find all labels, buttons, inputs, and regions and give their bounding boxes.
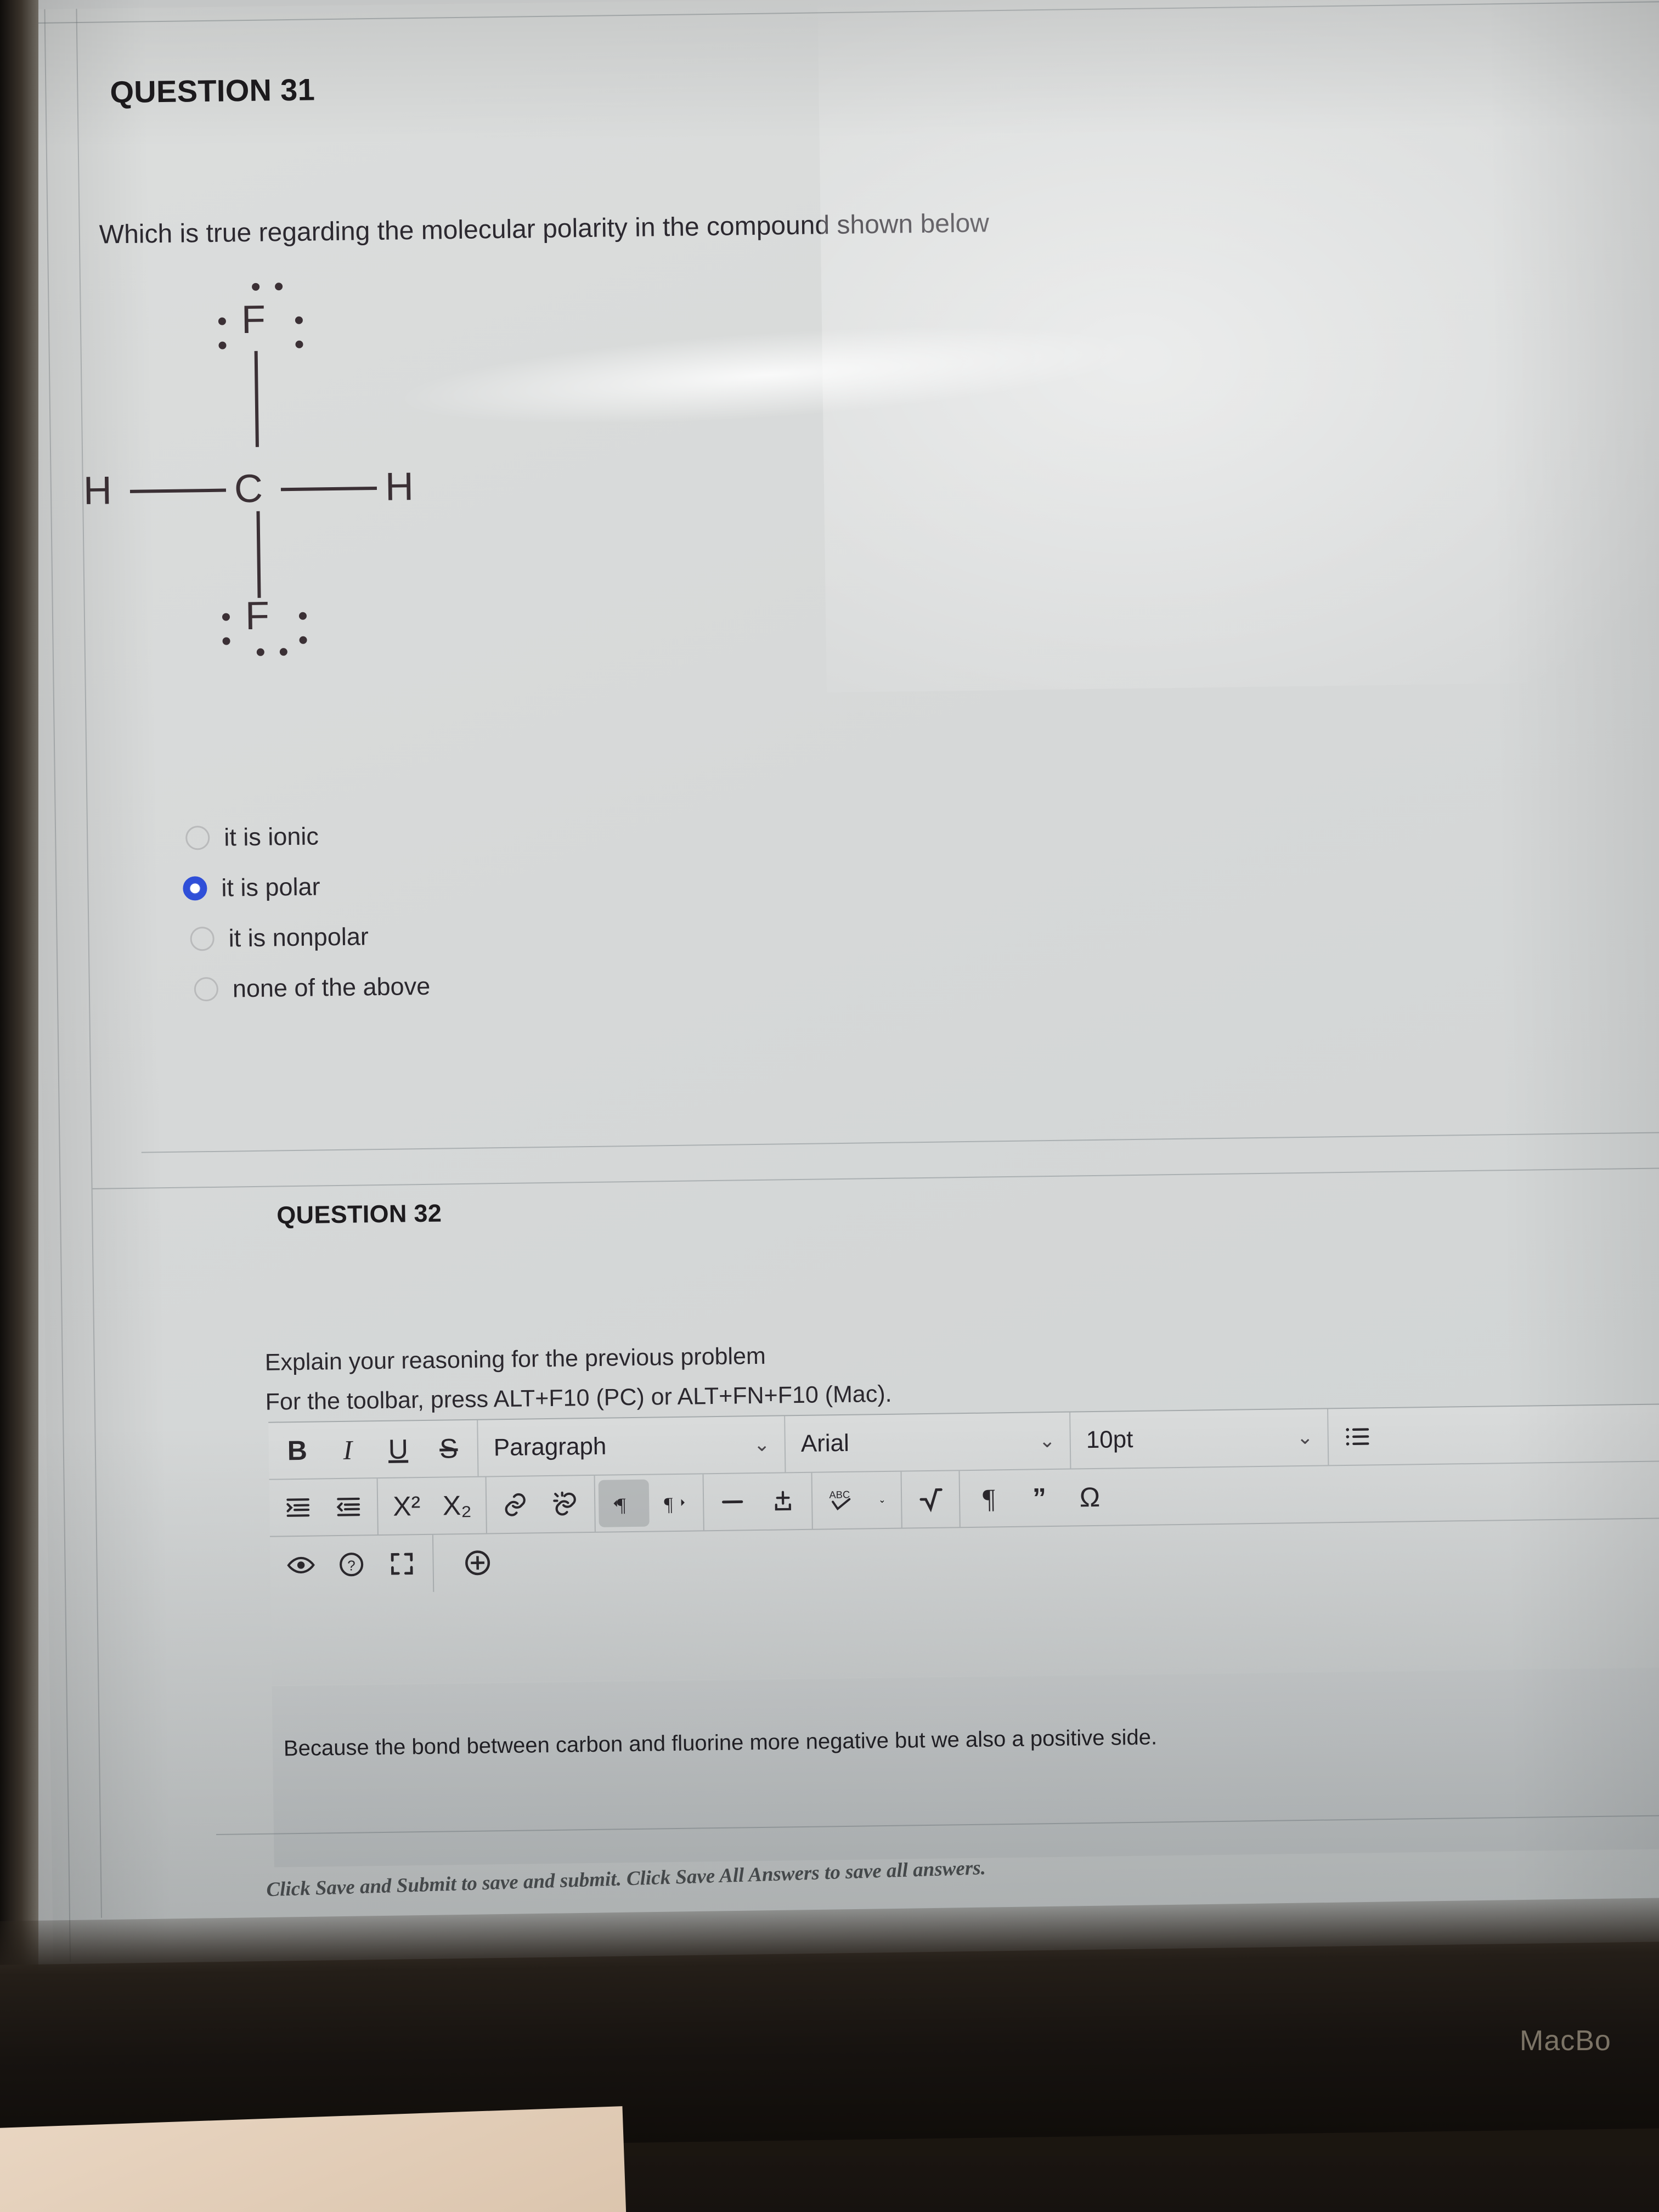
quiz-page: QUESTION 31 Which is true regarding the … (27, 0, 1659, 1962)
help-icon[interactable]: ? (326, 1536, 377, 1593)
bond-c-f-top (254, 351, 259, 447)
question-31-text: Which is true regarding the molecular po… (99, 208, 990, 250)
lewis-structure-diagram: F H C H F (83, 266, 568, 656)
lone-pair-bottom-below (256, 648, 287, 656)
insert-icon[interactable] (758, 1473, 809, 1530)
page-left-rule (76, 9, 103, 1918)
direction-group: ¶ ¶ (595, 1474, 704, 1532)
question-32-prompt: Explain your reasoning for the previous … (264, 1342, 766, 1376)
chevron-down-icon: ⌄ (1039, 1429, 1056, 1452)
strikethrough-button[interactable]: S (423, 1420, 474, 1477)
plus-icon[interactable] (452, 1534, 503, 1592)
eye-icon[interactable] (275, 1536, 326, 1594)
omega-icon[interactable]: Ω (1064, 1469, 1115, 1526)
lone-pair-top-left (218, 317, 227, 349)
answer-textarea[interactable]: Because the bond between carbon and fluo… (272, 1667, 1659, 1867)
superscript-button[interactable]: X² (381, 1478, 432, 1534)
script-group: X² X₂ (377, 1477, 487, 1535)
bond-c-h-right (280, 486, 377, 492)
view-group: ? (269, 1534, 435, 1594)
atom-fluorine-top: F (241, 297, 266, 342)
font-family-value: Arial (800, 1429, 850, 1457)
text-format-group: B I U S (268, 1420, 479, 1479)
link-group (486, 1475, 596, 1533)
list-group (1328, 1408, 1386, 1465)
symbol-group: ¶ ” Ω (960, 1469, 1119, 1527)
question-31-title: QUESTION 31 (110, 72, 315, 110)
spellcheck-group: ABC ⌄ (812, 1471, 903, 1529)
ltr-icon[interactable]: ¶ (598, 1479, 650, 1527)
option-row-polar[interactable]: it is polar (183, 860, 429, 914)
divider-q32-top (92, 1167, 1659, 1189)
option-row-ionic[interactable]: it is ionic (185, 810, 428, 864)
divider-top (27, 1, 1659, 24)
indent-icon[interactable] (273, 1479, 324, 1536)
expand-icon[interactable] (376, 1535, 427, 1593)
subscript-button[interactable]: X₂ (432, 1477, 483, 1534)
chevron-down-icon: ⌄ (753, 1432, 771, 1456)
page-left-rule-2 (44, 9, 71, 1962)
chevron-down-icon: ⌄ (1296, 1425, 1313, 1449)
font-size-select[interactable]: 10pt ⌄ (1070, 1409, 1329, 1469)
question-32-title: QUESTION 32 (276, 1199, 442, 1229)
rtl-icon[interactable]: ¶ (649, 1474, 700, 1531)
square-root-icon[interactable] (905, 1471, 956, 1527)
radio-ionic[interactable] (185, 825, 210, 850)
option-row-nonpolar[interactable]: it is nonpolar (190, 911, 430, 964)
math-group (901, 1471, 961, 1528)
add-group (433, 1534, 506, 1592)
question-32-toolbar-hint: For the toolbar, press ALT+F10 (PC) or A… (265, 1380, 892, 1415)
chevron-down-icon[interactable]: ⌄ (866, 1494, 898, 1506)
atom-fluorine-bottom: F (245, 594, 270, 639)
underline-button[interactable]: U (373, 1421, 424, 1477)
laptop-screen: QUESTION 31 Which is true regarding the … (0, 0, 1659, 1987)
horizontal-rule-icon[interactable] (707, 1474, 758, 1530)
spellcheck-icon[interactable]: ABC (816, 1472, 867, 1528)
option-label-none: none of the above (232, 972, 431, 1003)
insert-group (703, 1472, 813, 1531)
atom-hydrogen-left: H (83, 469, 112, 513)
option-row-none[interactable]: none of the above (194, 961, 430, 1015)
lone-pair-bottom-left (222, 613, 230, 645)
laptop-lower-bezel (0, 1897, 1659, 2152)
pilcrow-icon[interactable]: ¶ (963, 1470, 1014, 1527)
answer-options: it is ionic it is polar it is nonpolar n… (183, 810, 431, 1015)
radio-none-of-the-above[interactable] (194, 977, 219, 1002)
answer-text-content: Because the bond between carbon and fluo… (283, 1725, 1158, 1761)
radio-polar[interactable] (183, 876, 207, 901)
atom-hydrogen-right: H (385, 465, 414, 509)
option-label-polar: it is polar (221, 872, 320, 902)
quote-icon[interactable]: ” (1014, 1470, 1065, 1526)
radio-nonpolar[interactable] (190, 926, 215, 951)
outdent-icon[interactable] (323, 1479, 374, 1535)
lone-pair-bottom-right (298, 612, 307, 644)
macbook-brand-text: MacBo (1520, 2025, 1611, 2057)
divider-q31-bottom (141, 1131, 1659, 1153)
option-label-nonpolar: it is nonpolar (228, 922, 369, 952)
laptop-left-edge (0, 0, 38, 1975)
svg-text:¶: ¶ (617, 1494, 626, 1516)
svg-text:ABC: ABC (829, 1488, 850, 1500)
bond-h-c-left (129, 488, 227, 493)
lone-pair-top-above (252, 283, 283, 291)
option-label-ionic: it is ionic (223, 822, 319, 851)
unlink-icon[interactable] (540, 1476, 591, 1532)
rich-text-editor-toolbar: B I U S Paragraph ⌄ Arial ⌄ 10pt ⌄ X² X₂… (268, 1403, 1659, 1685)
svg-text:¶: ¶ (664, 1493, 673, 1515)
svg-text:?: ? (347, 1557, 356, 1573)
link-icon[interactable] (490, 1476, 541, 1533)
atom-carbon-center: C (234, 466, 263, 511)
bond-c-f-bottom (256, 511, 261, 598)
italic-button[interactable]: I (322, 1421, 373, 1478)
font-size-value: 10pt (1086, 1426, 1133, 1454)
bulleted-list-icon[interactable] (1331, 1408, 1383, 1465)
paragraph-style-value: Paragraph (493, 1432, 607, 1462)
font-family-select[interactable]: Arial ⌄ (785, 1412, 1071, 1472)
laptop-photo: QUESTION 31 Which is true regarding the … (0, 0, 1659, 2212)
paragraph-style-select[interactable]: Paragraph ⌄ (478, 1416, 786, 1476)
indent-group (269, 1479, 379, 1536)
lone-pair-top-right (295, 316, 303, 348)
bold-button[interactable]: B (272, 1422, 323, 1479)
